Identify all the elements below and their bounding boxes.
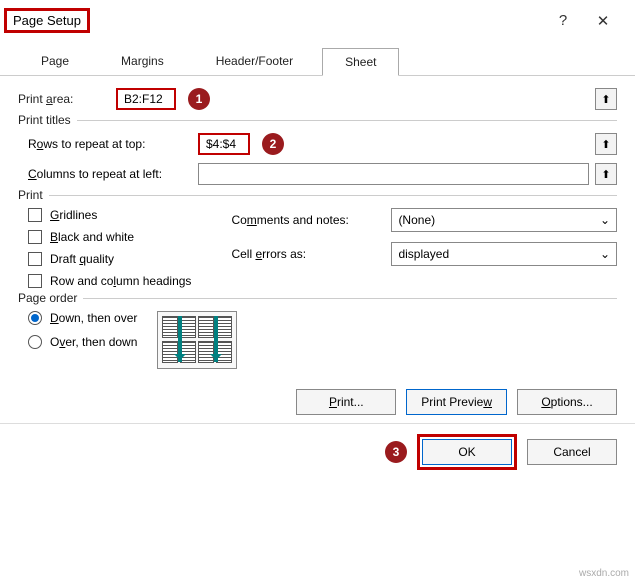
title-highlight: Page Setup xyxy=(4,8,90,33)
rows-repeat-ref-icon[interactable]: ⬆ xyxy=(595,133,617,155)
annotation-badge-3: 3 xyxy=(385,441,407,463)
print-area-ref-icon[interactable]: ⬆ xyxy=(595,88,617,110)
print-group: Print Gridlines Black and white Draft qu… xyxy=(18,195,617,288)
rows-repeat-input[interactable]: $4:$4 xyxy=(198,133,250,155)
cols-repeat-row: Columns to repeat at left: ⬆ xyxy=(18,163,617,185)
print-preview-button[interactable]: Print Preview xyxy=(406,389,507,415)
tab-strip: Page Margins Header/Footer Sheet xyxy=(0,39,635,76)
watermark: wsxdn.com xyxy=(579,568,629,579)
print-button[interactable]: Print... xyxy=(296,389,396,415)
tab-page[interactable]: Page xyxy=(18,47,92,75)
checkbox-icon xyxy=(28,230,42,244)
over-then-down-radio[interactable]: Over, then down xyxy=(28,335,137,349)
row-col-headings-checkbox[interactable]: Row and column headings xyxy=(28,274,191,288)
ok-button[interactable]: OK xyxy=(422,439,512,465)
print-area-row: Print area: B2:F12 1 ⬆ xyxy=(18,88,617,110)
chevron-down-icon: ⌄ xyxy=(600,247,610,261)
close-button[interactable]: ✕ xyxy=(583,12,623,30)
cols-repeat-label: Columns to repeat at left: xyxy=(28,167,198,181)
page-order-legend: Page order xyxy=(18,291,83,305)
dialog-title: Page Setup xyxy=(13,13,81,28)
rows-repeat-label: Rows to repeat at top: xyxy=(28,137,198,151)
cols-repeat-ref-icon[interactable]: ⬆ xyxy=(595,163,617,185)
checkbox-icon xyxy=(28,252,42,266)
ok-highlight: OK xyxy=(417,434,517,470)
help-button[interactable]: ? xyxy=(543,12,583,29)
tab-sheet[interactable]: Sheet xyxy=(322,48,399,76)
gridlines-checkbox[interactable]: Gridlines xyxy=(28,208,191,222)
tab-margins[interactable]: Margins xyxy=(98,47,187,75)
radio-icon xyxy=(28,335,42,349)
checkbox-icon xyxy=(28,208,42,222)
chevron-down-icon: ⌄ xyxy=(600,213,610,227)
tab-header-footer[interactable]: Header/Footer xyxy=(193,47,316,75)
action-button-row: Print... Print Preview Options... xyxy=(0,375,635,423)
print-legend: Print xyxy=(18,188,49,202)
errors-label: Cell errors as: xyxy=(231,247,391,261)
annotation-badge-1: 1 xyxy=(188,88,210,110)
annotation-badge-2: 2 xyxy=(262,133,284,155)
print-titles-group: Print titles Rows to repeat at top: $4:$… xyxy=(18,120,617,185)
page-order-preview-icon xyxy=(157,311,237,369)
page-order-group: Page order Down, then over Over, then do… xyxy=(18,298,617,369)
comments-label: Comments and notes: xyxy=(231,213,391,227)
print-area-input[interactable]: B2:F12 xyxy=(116,88,176,110)
radio-icon xyxy=(28,311,42,325)
checkbox-icon xyxy=(28,274,42,288)
draft-quality-checkbox[interactable]: Draft quality xyxy=(28,252,191,266)
errors-combo[interactable]: displayed⌄ xyxy=(391,242,617,266)
black-white-checkbox[interactable]: Black and white xyxy=(28,230,191,244)
title-bar: Page Setup ? ✕ xyxy=(0,0,635,39)
print-area-label: Print area: xyxy=(18,92,116,106)
cancel-button[interactable]: Cancel xyxy=(527,439,617,465)
dialog-footer: 3 OK Cancel xyxy=(0,423,635,484)
comments-combo[interactable]: (None)⌄ xyxy=(391,208,617,232)
options-button[interactable]: Options... xyxy=(517,389,617,415)
rows-repeat-row: Rows to repeat at top: $4:$4 2 ⬆ xyxy=(18,133,617,155)
print-titles-legend: Print titles xyxy=(18,113,77,127)
cols-repeat-input[interactable] xyxy=(198,163,589,185)
down-then-over-radio[interactable]: Down, then over xyxy=(28,311,137,325)
